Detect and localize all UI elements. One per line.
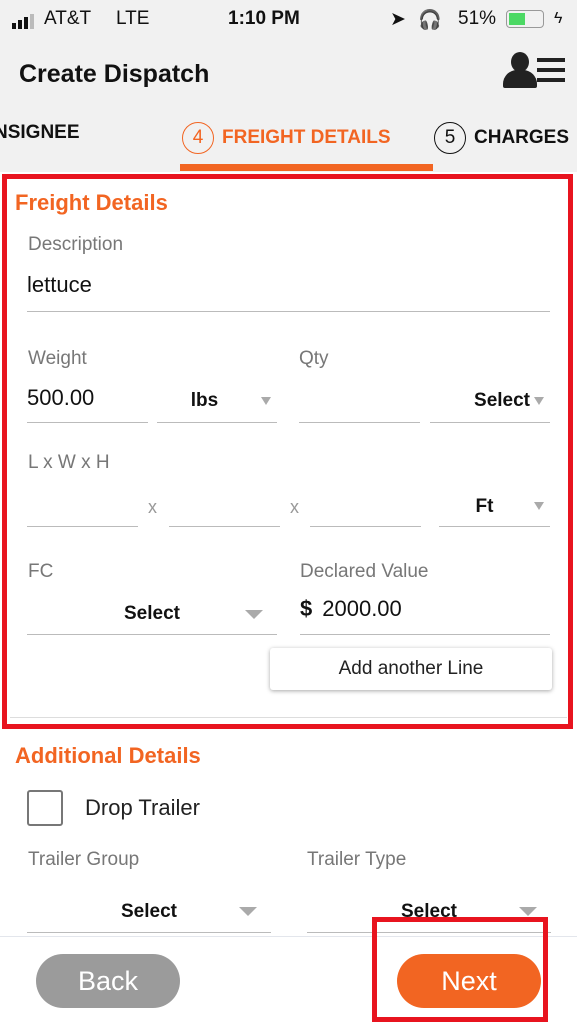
battery-percent: 51% <box>458 8 497 29</box>
fc-value: Select <box>124 603 180 624</box>
trailer-type-label: Trailer Type <box>307 849 407 870</box>
headphones-icon: 🎧 <box>418 10 442 31</box>
qty-input[interactable] <box>299 385 420 423</box>
weight-label: Weight <box>28 348 87 369</box>
freight-details-heading: Freight Details <box>15 190 168 215</box>
description-input[interactable]: lettuce <box>27 272 550 312</box>
step-number: 4 <box>182 122 214 154</box>
trailer-group-select[interactable]: Select <box>27 893 271 933</box>
clock: 1:10 PM <box>228 8 300 29</box>
weight-unit-value: lbs <box>190 390 219 411</box>
trailer-type-value: Select <box>401 901 457 922</box>
trailer-type-select[interactable]: Select <box>307 893 551 933</box>
weight-unit-select[interactable]: lbs <box>157 385 277 423</box>
location-icon: ➤ <box>390 9 406 30</box>
tab-label: CHARGES <box>474 127 570 148</box>
width-input[interactable] <box>169 490 280 527</box>
fc-select[interactable]: Select <box>27 596 277 635</box>
tab-label: NSIGNEE <box>0 122 80 143</box>
back-button[interactable]: Back <box>36 954 180 1008</box>
currency-symbol: $ <box>300 596 313 621</box>
add-another-line-button[interactable]: Add another Line <box>270 648 552 690</box>
height-input[interactable] <box>310 490 421 527</box>
tab-consignee[interactable]: NSIGNEE <box>0 122 80 144</box>
weight-input[interactable]: 500.00 <box>27 385 148 423</box>
page-title: Create Dispatch <box>19 60 210 88</box>
dropdown-arrow-icon <box>519 907 537 916</box>
network: LTE <box>116 8 150 29</box>
carrier: AT&T <box>44 8 92 29</box>
signal-icon <box>12 14 34 29</box>
dropdown-arrow-icon <box>534 397 544 405</box>
trailer-group-label: Trailer Group <box>28 849 140 870</box>
description-value: lettuce <box>27 272 92 297</box>
next-button[interactable]: Next <box>397 954 541 1008</box>
dimensions-label: L x W x H <box>28 452 110 473</box>
drop-trailer-label: Drop Trailer <box>85 795 200 820</box>
tab-charges[interactable]: 5 CHARGES <box>434 122 569 154</box>
dimension-separator: x <box>148 497 157 517</box>
trailer-group-value: Select <box>121 901 177 922</box>
qty-label: Qty <box>299 348 329 369</box>
dimension-separator: x <box>290 497 299 517</box>
length-input[interactable] <box>27 490 138 527</box>
fc-label: FC <box>28 561 54 582</box>
dropdown-arrow-icon <box>239 907 257 916</box>
dropdown-arrow-icon <box>261 397 271 405</box>
description-label: Description <box>28 234 124 255</box>
divider <box>10 717 567 718</box>
declared-value: 2000.00 <box>322 596 402 621</box>
active-tab-indicator <box>180 164 433 171</box>
declared-value-input[interactable]: $2000.00 <box>300 596 550 635</box>
charging-icon: ϟ <box>554 10 563 27</box>
qty-unit-value: Select <box>474 390 530 411</box>
dropdown-arrow-icon <box>245 610 263 619</box>
tab-label: FREIGHT DETAILS <box>222 127 391 148</box>
battery-icon <box>506 10 544 28</box>
declared-value-label: Declared Value <box>300 561 429 582</box>
drop-trailer-checkbox[interactable] <box>27 790 63 826</box>
tab-freight-details[interactable]: 4 FREIGHT DETAILS <box>182 122 391 154</box>
dropdown-arrow-icon <box>534 502 544 510</box>
user-list-icon[interactable] <box>503 52 567 90</box>
step-number: 5 <box>434 122 466 154</box>
dimension-unit-select[interactable]: Ft <box>439 490 550 527</box>
qty-unit-select[interactable]: Select <box>430 385 550 423</box>
additional-details-heading: Additional Details <box>15 743 201 768</box>
status-bar: AT&T LTE 1:10 PM ➤ 🎧 51% ϟ <box>0 0 577 36</box>
weight-value: 500.00 <box>27 385 95 410</box>
